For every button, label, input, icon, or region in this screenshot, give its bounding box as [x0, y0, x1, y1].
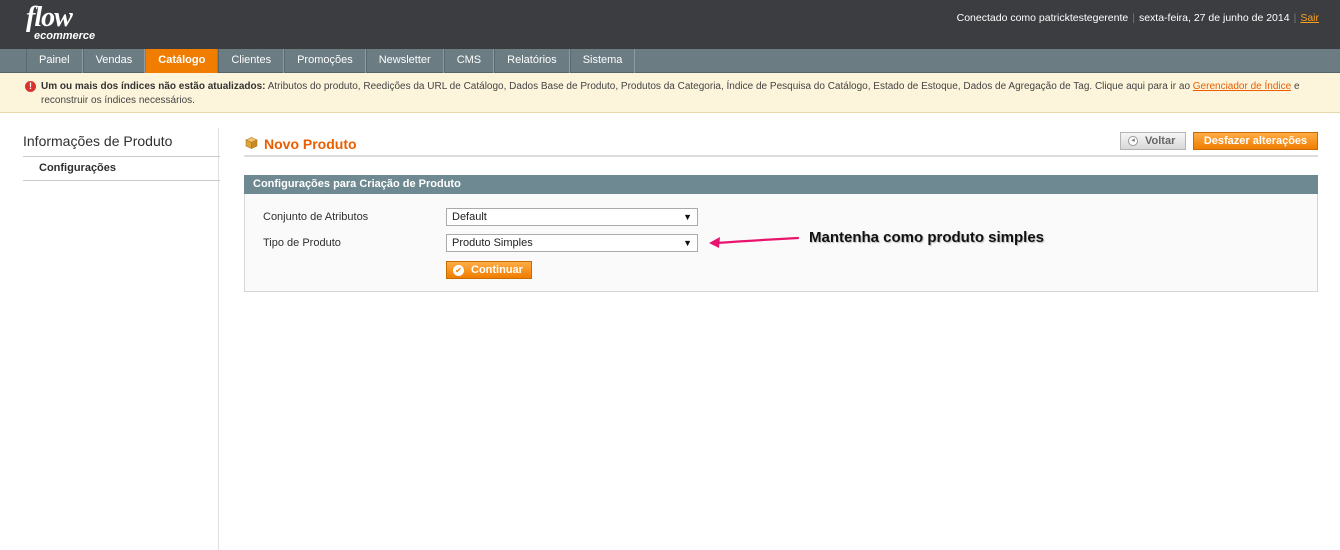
product-box-icon: [245, 137, 258, 149]
index-notice: ! Um ou mais dos índices não estão atual…: [0, 73, 1340, 113]
attribute-set-select[interactable]: Default ▼: [446, 208, 698, 226]
error-icon: !: [25, 81, 36, 92]
nav-item-relatorios[interactable]: Relatórios: [494, 49, 570, 73]
notice-message: Um ou mais dos índices não estão atualiz…: [41, 80, 1326, 108]
logo[interactable]: flow ecommerce: [26, 2, 95, 42]
product-type-select[interactable]: Produto Simples ▼: [446, 234, 698, 252]
back-arrow-icon: ◂: [1128, 136, 1138, 146]
nav-item-painel[interactable]: Painel: [26, 49, 83, 73]
reset-button[interactable]: Desfazer alterações: [1193, 132, 1318, 150]
section-header: Configurações para Criação de Produto: [244, 175, 1318, 194]
nav-item-catalogo[interactable]: Catálogo: [145, 49, 219, 73]
back-button[interactable]: ◂ Voltar: [1120, 132, 1186, 150]
separator: |: [1132, 12, 1135, 24]
continue-button[interactable]: ✔ Continuar: [446, 261, 532, 279]
index-manager-link[interactable]: Gerenciador de Índice: [1193, 81, 1291, 92]
continue-button-label: Continuar: [471, 264, 523, 276]
page-title: Novo Produto: [264, 136, 357, 152]
divider: [23, 156, 220, 157]
product-type-label: Tipo de Produto: [263, 237, 341, 249]
nav-item-vendas[interactable]: Vendas: [82, 49, 146, 73]
attribute-set-label: Conjunto de Atributos: [263, 211, 369, 223]
product-type-value: Produto Simples: [452, 237, 533, 249]
attribute-set-value: Default: [452, 211, 487, 223]
back-button-label: Voltar: [1145, 135, 1176, 147]
current-date: sexta-feira, 27 de junho de 2014: [1138, 12, 1290, 24]
header-user-info: Conectado como patricktestegerente | sexta…: [957, 12, 1319, 24]
annotation-arrow-icon: [709, 236, 800, 248]
sidebar-title: Informações de Produto: [23, 133, 173, 149]
logo-main-text: flow: [26, 2, 73, 33]
title-divider: [244, 155, 1318, 157]
nav-item-sistema[interactable]: Sistema: [569, 49, 636, 73]
logout-link[interactable]: Sair: [1300, 12, 1319, 24]
nav-item-newsletter[interactable]: Newsletter: [365, 49, 444, 73]
nav-item-cms[interactable]: CMS: [443, 49, 495, 73]
notice-bold: Um ou mais dos índices não estão atualiz…: [41, 81, 266, 92]
check-icon: ✔: [453, 265, 464, 276]
sidebar-item-configuracoes[interactable]: Configurações: [39, 162, 116, 174]
sidebar-divider: [218, 128, 219, 550]
main-nav: Painel Vendas Catálogo Clientes Promoçõe…: [0, 49, 1340, 73]
notice-body: Atributos do produto, Reedições da URL d…: [265, 81, 1193, 92]
nav-item-clientes[interactable]: Clientes: [218, 49, 285, 73]
separator: |: [1293, 12, 1297, 24]
divider: [23, 180, 220, 181]
main-nav-items: Painel Vendas Catálogo Clientes Promoçõe…: [26, 49, 636, 73]
header-bar: flow ecommerce Conectado como patricktes…: [0, 0, 1340, 49]
nav-item-promocoes[interactable]: Promoções: [284, 49, 366, 73]
connected-user: Conectado como patricktestegerente: [956, 12, 1129, 24]
annotation-text: Mantenha como produto simples: [809, 229, 1045, 246]
dropdown-arrow-icon: ▼: [683, 212, 692, 222]
logo-sub-text: ecommerce: [34, 30, 96, 42]
dropdown-arrow-icon: ▼: [683, 238, 692, 248]
